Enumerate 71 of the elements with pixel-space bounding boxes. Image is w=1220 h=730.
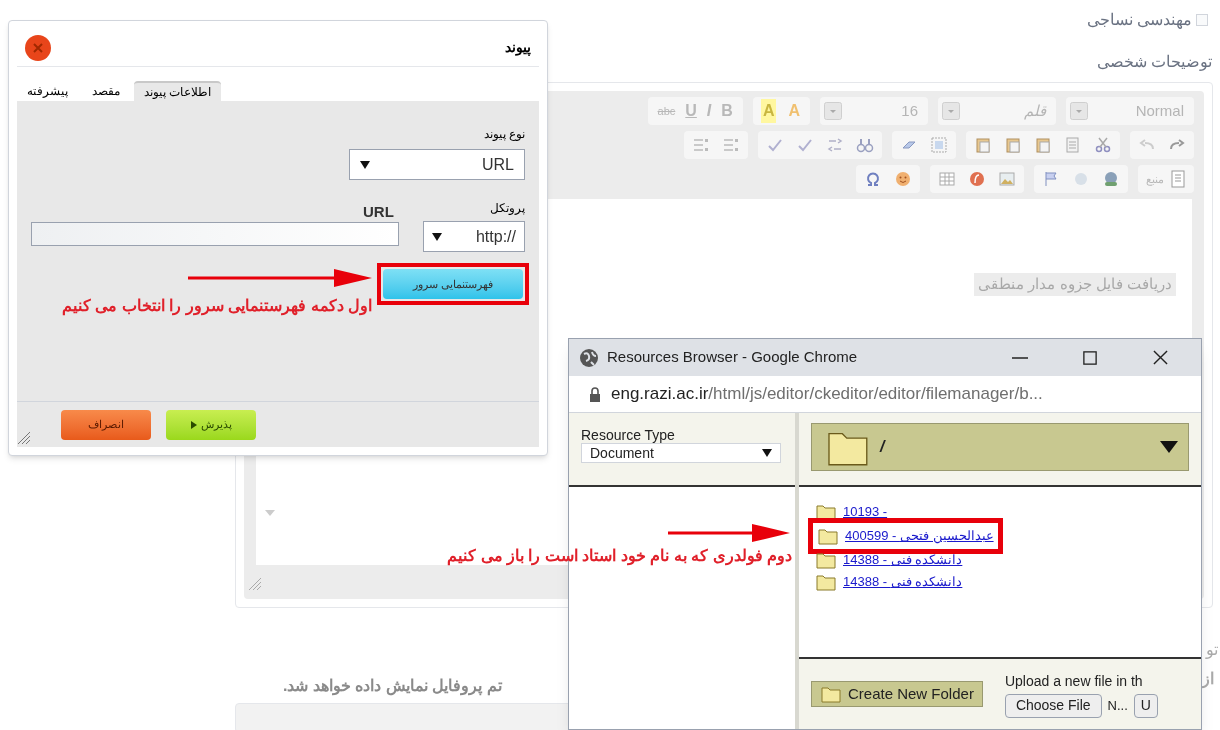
folder-icon	[815, 551, 837, 569]
note-text: تم پروفایل نمایش داده خواهد شد.	[283, 676, 502, 698]
file-status: N...	[1107, 696, 1128, 715]
replace-icon[interactable]	[826, 136, 844, 154]
folder-icon	[817, 527, 839, 545]
select-all-icon[interactable]	[930, 136, 948, 154]
play-icon	[190, 420, 197, 429]
editor-content-text: دریافت فایل جزوه مدار منطقی	[974, 273, 1176, 296]
folder-path: /	[880, 437, 887, 457]
window-title: Resources Browser - Google Chrome	[607, 347, 859, 368]
paste-text-icon[interactable]	[1004, 136, 1022, 154]
dialog-title: پیوند	[505, 38, 531, 58]
dropdown-arrow-icon	[432, 232, 442, 241]
image-icon[interactable]	[998, 170, 1016, 188]
browse-server-button[interactable]: فهرستنمایی سرور	[383, 269, 523, 299]
numbered-list-icon[interactable]	[722, 136, 740, 154]
document-icon	[1170, 170, 1186, 188]
choose-file-button[interactable]: Choose File	[1004, 693, 1102, 718]
close-button[interactable]	[25, 34, 51, 61]
checkbox-label: مهندسی نساجی	[1086, 10, 1192, 31]
smiley-icon[interactable]	[894, 170, 912, 188]
upload-label: Upload a new file in th	[1004, 671, 1144, 691]
flag-icon[interactable]	[1042, 170, 1060, 188]
maximize-icon	[1083, 350, 1097, 365]
folder-link[interactable]: 400599 - عبدالحسین فتحی	[845, 526, 994, 546]
folder-icon	[820, 685, 842, 703]
bulleted-list-icon[interactable]	[692, 136, 710, 154]
link-type-select[interactable]: URL	[349, 149, 525, 180]
flash-icon[interactable]	[968, 170, 986, 188]
label-fragment: تو	[1206, 640, 1218, 661]
paste-icon[interactable]	[1034, 136, 1052, 154]
paste-word-icon[interactable]	[974, 136, 992, 154]
copy-icon[interactable]	[1064, 136, 1082, 154]
scissors-icon[interactable]	[1094, 136, 1112, 154]
section-label: توضیحات شخصی	[1096, 52, 1212, 73]
field-label: Resource Type	[581, 427, 676, 443]
url-text: eng.razi.ac.ir/html/js/editor/ckeditor/editor/filemanager/b...	[611, 383, 1043, 406]
protocol-select[interactable]: http://	[423, 221, 525, 252]
checkbox[interactable]	[1196, 14, 1208, 26]
minimize-icon	[1012, 356, 1028, 359]
upload-button[interactable]: U	[1133, 693, 1158, 718]
folder-link[interactable]: 14388 - دانشکده فنی	[843, 550, 963, 570]
folder-icon	[815, 573, 837, 591]
current-folder-bar[interactable]: /	[811, 423, 1189, 471]
create-folder-button[interactable]: Create New Folder	[811, 681, 983, 707]
field-label: پروتکل	[490, 200, 525, 217]
binoculars-icon[interactable]	[856, 136, 874, 154]
omega-icon[interactable]	[864, 170, 882, 188]
url-input[interactable]	[31, 222, 399, 246]
ok-button[interactable]: پذیرش	[166, 409, 256, 440]
field-label: نوع پیوند	[483, 126, 525, 143]
folder-link[interactable]: 14388 - دانشکده فنی	[843, 572, 963, 592]
lock-icon	[589, 386, 601, 402]
cancel-button[interactable]: انصراف	[61, 409, 151, 440]
table-icon[interactable]	[938, 170, 956, 188]
field-label: URL	[363, 202, 394, 222]
label-fragment: از	[1202, 669, 1214, 690]
annotation-text: اول دکمه فهرستنمایی سرور را انتخاب می کنیم	[61, 296, 372, 318]
dropdown-arrow-icon	[360, 160, 370, 169]
globe-icon	[579, 347, 599, 368]
folder-link[interactable]: 10193 -	[843, 502, 888, 522]
resize-grip-icon[interactable]	[248, 577, 262, 591]
close-icon	[1152, 350, 1168, 365]
tab[interactable]: اطلاعات پیوند	[134, 81, 222, 101]
resize-grip-icon[interactable]	[17, 431, 31, 445]
close-icon	[33, 42, 43, 53]
annotation-text: دوم فولدری که به نام خود استاد است را باز می کنیم	[447, 546, 792, 568]
resource-type-select[interactable]: Document	[581, 443, 781, 463]
dropdown-arrow-icon	[762, 449, 772, 457]
scroll-down-icon[interactable]	[264, 509, 276, 517]
dropdown-arrow-icon	[1160, 441, 1178, 453]
